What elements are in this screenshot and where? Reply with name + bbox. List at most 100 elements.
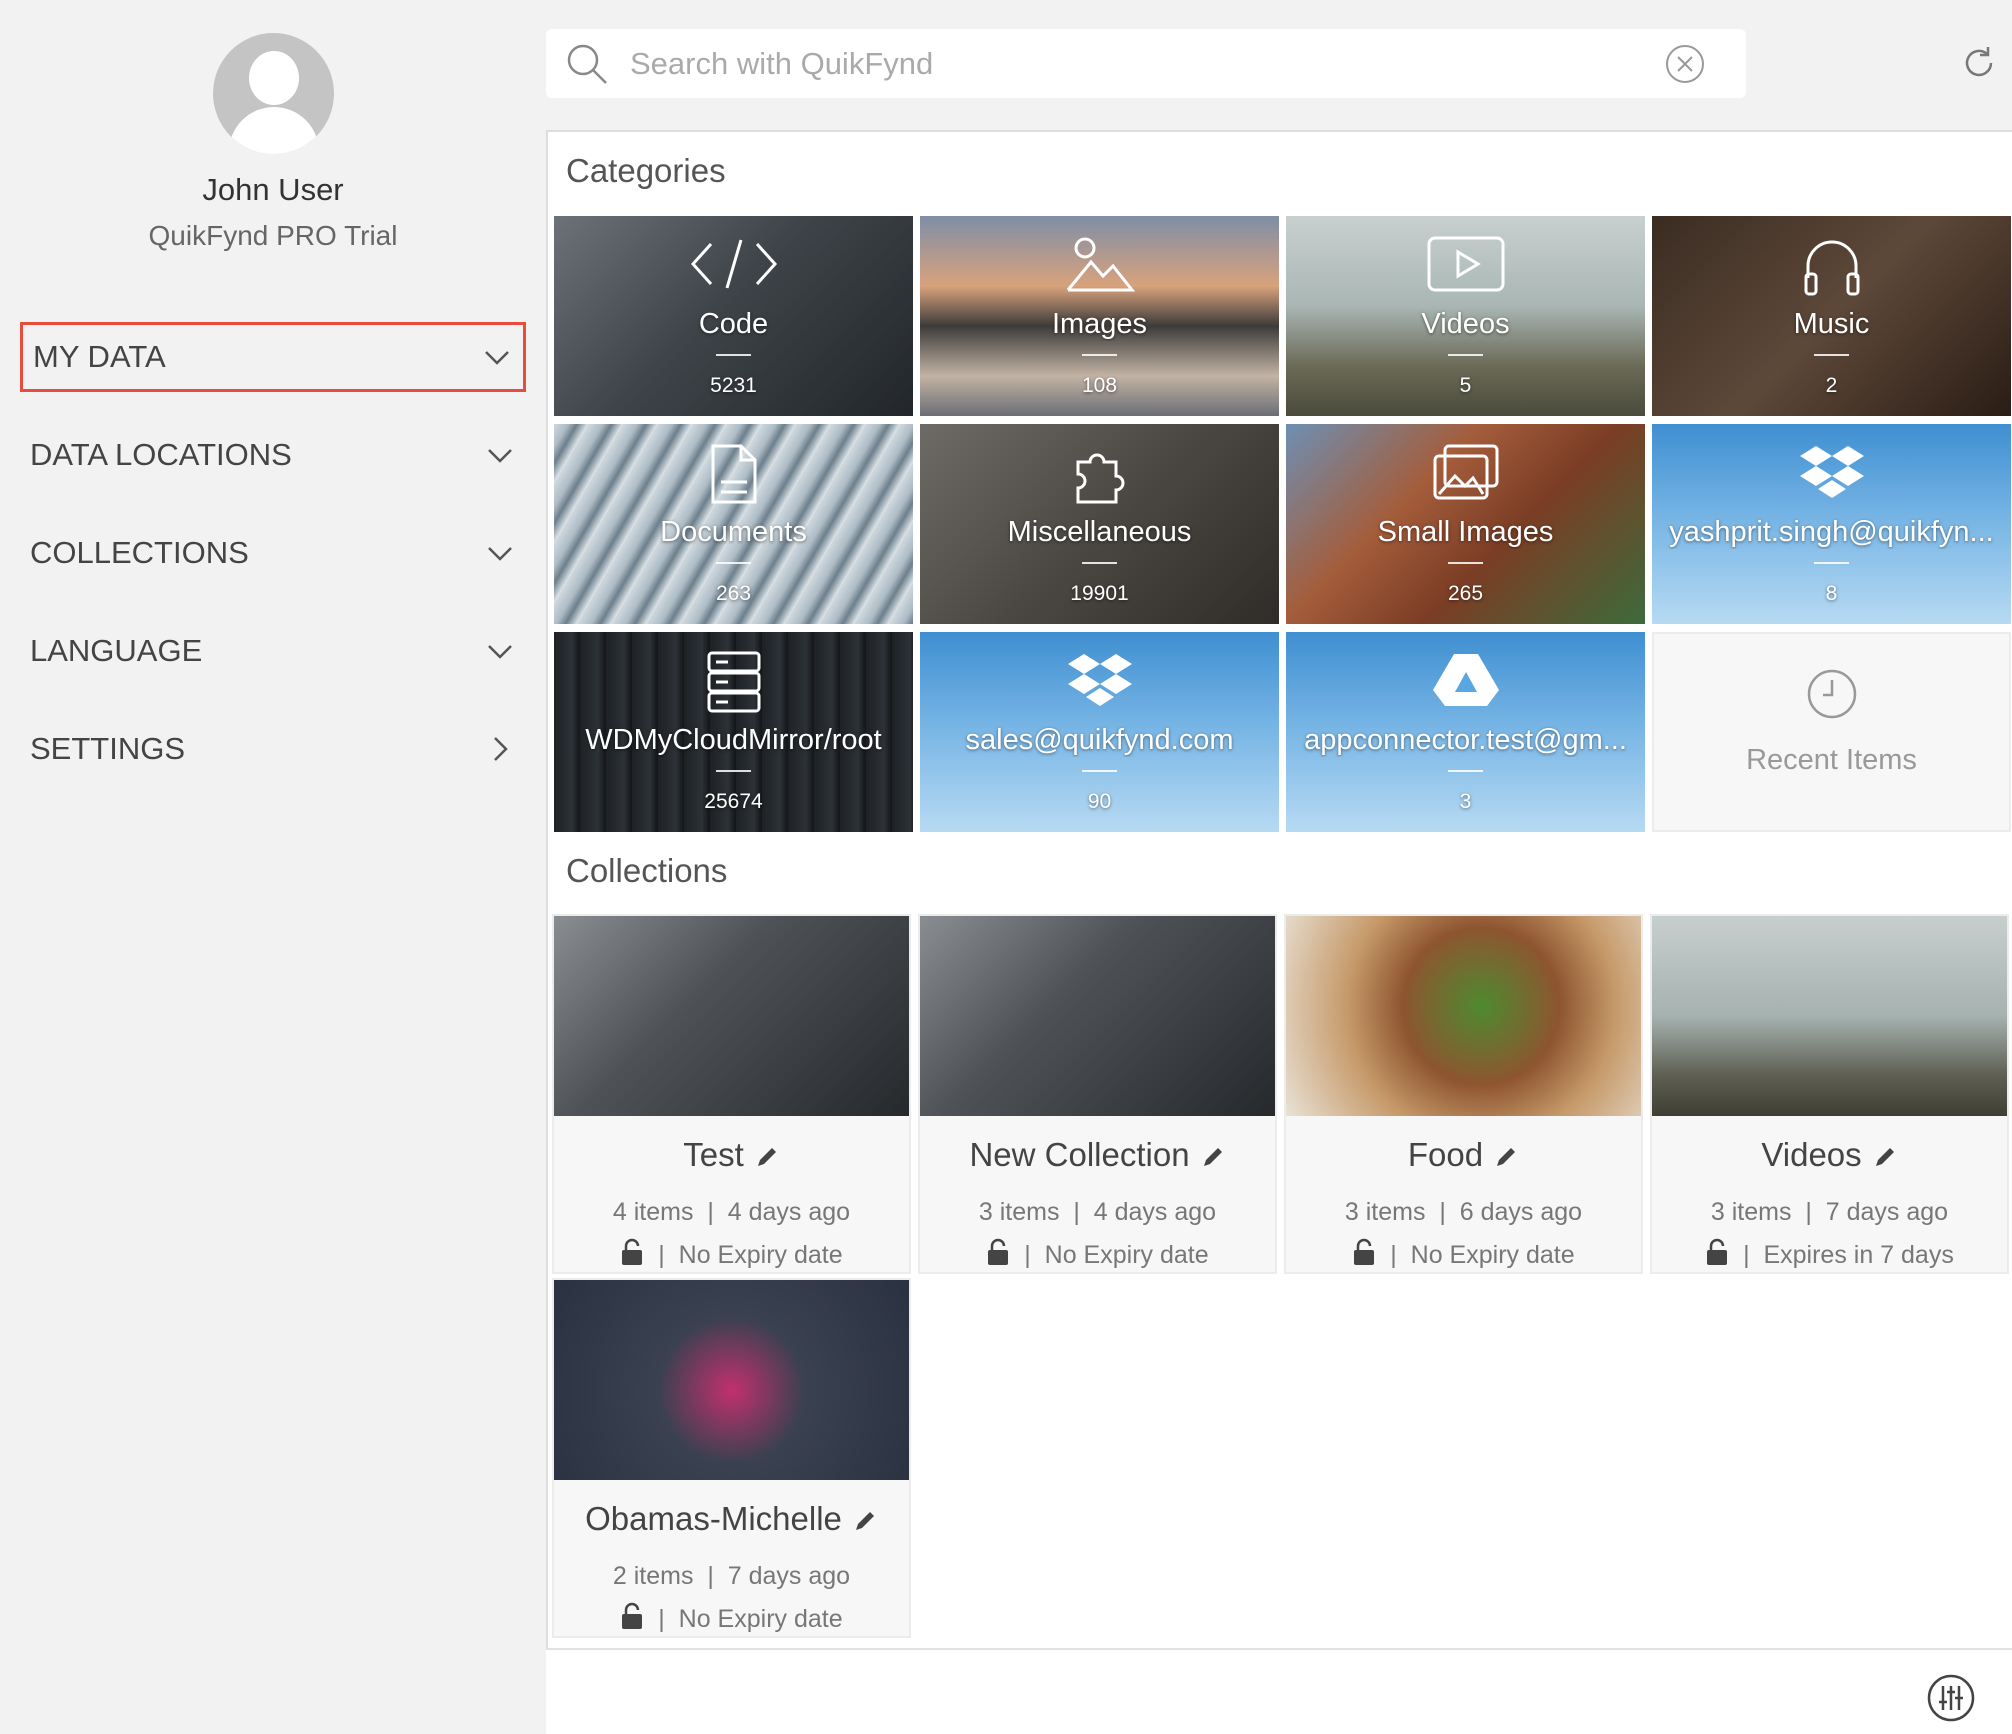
category-tile-videos[interactable]: Videos 5	[1286, 216, 1645, 416]
category-label: Miscellaneous	[1007, 516, 1192, 548]
category-tile-documents[interactable]: Documents 263	[554, 424, 913, 624]
category-tile-dropbox-yashprit[interactable]: yashprit.singh@quikfyn... 8	[1652, 424, 2011, 624]
filter-settings-icon[interactable]	[1927, 1674, 1975, 1722]
divider	[1814, 354, 1849, 356]
collection-thumbnail	[554, 916, 909, 1116]
avatar-head-shape	[249, 51, 299, 105]
category-tile-music[interactable]: Music 2	[1652, 216, 2011, 416]
collection-name: Obamas-Michelle	[554, 1500, 909, 1538]
search-bar	[546, 29, 1746, 98]
category-label: yashprit.singh@quikfyn...	[1669, 516, 1994, 548]
divider	[1448, 354, 1483, 356]
document-icon	[711, 444, 756, 504]
unlock-icon	[988, 1238, 1009, 1265]
category-tile-wdmycloud[interactable]: WDMyCloudMirror/root 25674	[554, 632, 913, 832]
category-tile-small-images[interactable]: Small Images 265	[1286, 424, 1645, 624]
nav-language[interactable]: LANGUAGE	[20, 616, 526, 686]
collection-expiry: | No Expiry date	[920, 1238, 1275, 1270]
category-count: 5	[1459, 374, 1472, 397]
category-label: Small Images	[1377, 516, 1554, 548]
main-panel: Categories Code 5231 Images 108 Videos 5…	[546, 130, 2012, 1734]
category-count: 8	[1825, 582, 1838, 605]
category-count: 5231	[710, 374, 757, 397]
dropbox-icon	[1067, 654, 1132, 706]
nav-settings[interactable]: SETTINGS	[20, 714, 526, 784]
collections-title: Collections	[566, 852, 728, 889]
collection-expiry: | No Expiry date	[1286, 1238, 1641, 1270]
collection-expiry: | Expires in 7 days	[1652, 1238, 2007, 1270]
nav-label: MY DATA	[33, 339, 166, 374]
dropbox-icon	[1799, 446, 1864, 498]
user-name: John User	[202, 172, 344, 207]
collection-meta: 3 items | 7 days ago	[1710, 1198, 1949, 1226]
edit-icon[interactable]	[754, 1144, 780, 1170]
nav-data-locations[interactable]: DATA LOCATIONS	[20, 420, 526, 490]
code-icon	[690, 239, 777, 289]
chevron-down-icon	[488, 645, 512, 659]
collection-card-new-collection[interactable]: New Collection 3 items | 4 days ago | No…	[918, 914, 1277, 1274]
category-label: Documents	[660, 516, 807, 548]
clock-icon	[1807, 669, 1856, 719]
collection-name: Test	[554, 1136, 909, 1174]
chevron-right-icon	[494, 737, 508, 761]
clear-search-icon[interactable]	[1664, 43, 1706, 85]
divider	[716, 354, 751, 356]
category-label: Code	[698, 308, 769, 340]
divider	[1082, 354, 1117, 356]
google-drive-icon	[1432, 654, 1499, 706]
edit-icon[interactable]	[1200, 1144, 1226, 1170]
category-label: appconnector.test@gm...	[1304, 724, 1627, 756]
collection-card-videos[interactable]: Videos 3 items | 7 days ago | Expires in…	[1650, 914, 2009, 1274]
collection-name: Food	[1286, 1136, 1641, 1174]
collection-name: New Collection	[920, 1136, 1275, 1174]
category-count: 90	[1087, 790, 1112, 813]
category-count: 263	[715, 582, 752, 605]
image-icon	[1066, 237, 1135, 292]
category-tile-miscellaneous[interactable]: Miscellaneous 19901	[920, 424, 1279, 624]
category-count: 25674	[704, 790, 763, 813]
edit-icon[interactable]	[1493, 1144, 1519, 1170]
divider	[1814, 562, 1849, 564]
category-tile-images[interactable]: Images 108	[920, 216, 1279, 416]
collection-card-food[interactable]: Food 3 items | 6 days ago | No Expiry da…	[1284, 914, 1643, 1274]
category-label: Images	[1051, 308, 1148, 340]
chevron-down-icon	[485, 351, 509, 365]
category-count: 265	[1447, 582, 1484, 605]
search-icon[interactable]	[564, 41, 610, 87]
nav-collections[interactable]: COLLECTIONS	[20, 518, 526, 588]
nav-label: DATA LOCATIONS	[30, 437, 292, 472]
nav-label: SETTINGS	[30, 731, 186, 766]
divider	[716, 770, 751, 772]
category-count: 19901	[1070, 582, 1129, 605]
category-tile-dropbox-sales[interactable]: sales@quikfynd.com 90	[920, 632, 1279, 832]
edit-icon[interactable]	[852, 1508, 878, 1534]
category-tile-recent-items[interactable]: Recent Items	[1652, 632, 2011, 832]
nav-label: LANGUAGE	[30, 633, 203, 668]
category-count: 108	[1081, 374, 1118, 397]
category-tile-google-drive[interactable]: appconnector.test@gm... 3	[1286, 632, 1645, 832]
category-tile-code[interactable]: Code 5231	[554, 216, 913, 416]
divider	[1448, 562, 1483, 564]
puzzle-icon	[1076, 453, 1124, 504]
nav-label: COLLECTIONS	[30, 535, 249, 570]
collection-meta: 3 items | 4 days ago	[978, 1198, 1217, 1226]
nav-my-data[interactable]: MY DATA	[20, 322, 526, 392]
avatar[interactable]	[213, 33, 334, 154]
search-input[interactable]	[630, 45, 1640, 82]
refresh-icon[interactable]	[1960, 44, 1998, 82]
footer-bar	[546, 1648, 2012, 1734]
collection-thumbnail	[554, 1280, 909, 1480]
chevron-down-icon	[488, 547, 512, 561]
gallery-icon	[1433, 444, 1498, 500]
edit-icon[interactable]	[1872, 1144, 1898, 1170]
collection-card-test[interactable]: Test 4 items | 4 days ago | No Expiry da…	[552, 914, 911, 1274]
category-label: Recent Items	[1746, 744, 1917, 776]
headphones-icon	[1804, 240, 1859, 296]
avatar-body-shape	[229, 107, 319, 154]
server-icon	[707, 651, 760, 713]
collection-card-obamas-michelle[interactable]: Obamas-Michelle 2 items | 7 days ago | N…	[552, 1278, 911, 1638]
category-count: 3	[1459, 790, 1472, 813]
collection-thumbnail	[920, 916, 1275, 1116]
divider	[716, 562, 751, 564]
divider	[1448, 770, 1483, 772]
